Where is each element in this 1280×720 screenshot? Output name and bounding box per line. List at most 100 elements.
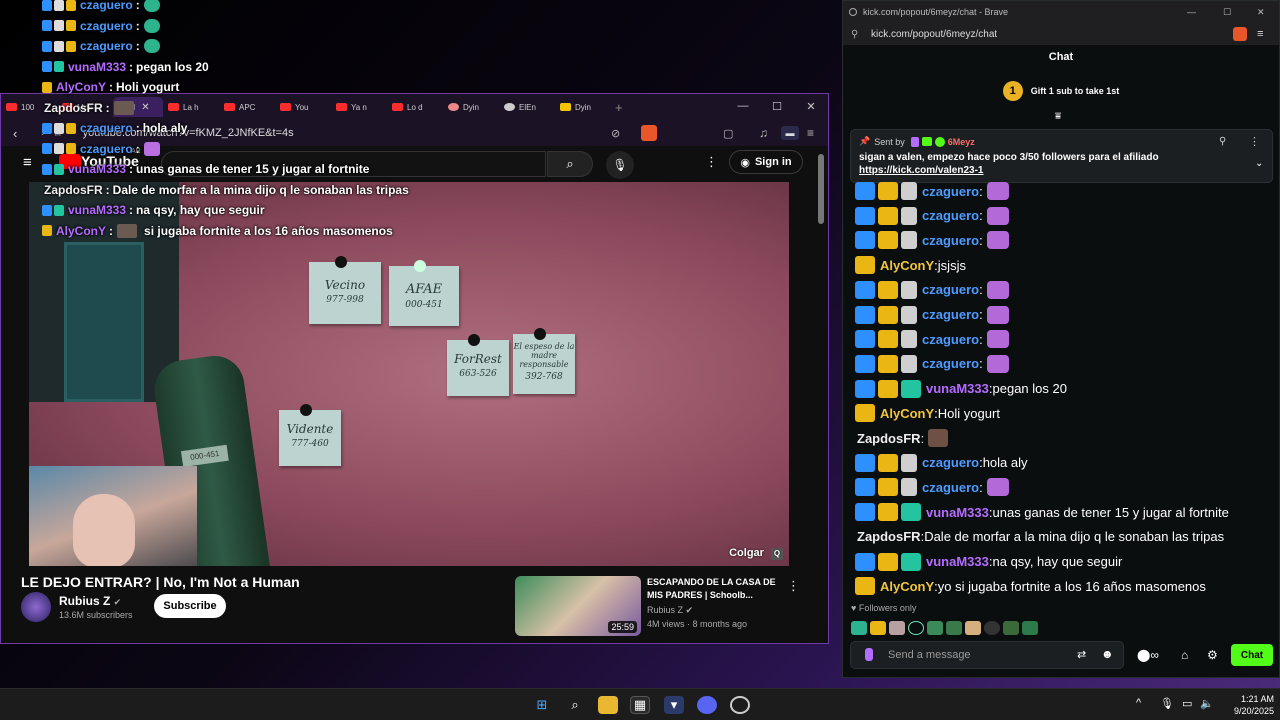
browser-tab[interactable]: La h [163, 97, 219, 117]
mic-icon[interactable] [865, 648, 873, 661]
recommended-title[interactable]: ESCAPANDO DE LA CASA DE MIS PADRES | Sch… [647, 576, 779, 602]
brave-browser-icon[interactable]: ▾ [664, 696, 684, 714]
hamburger-menu-icon[interactable]: ≡ [23, 154, 32, 171]
heart-emote-icon[interactable] [908, 621, 924, 635]
browser-tab[interactable]: Lo d [387, 97, 443, 117]
browser-tab[interactable]: ElEn [499, 97, 555, 117]
pinned-link[interactable]: https://kick.com/valen23-1 [859, 165, 1264, 176]
unpin-icon[interactable]: ⚲ [1219, 136, 1226, 147]
clock[interactable]: 1:21 AM 9/20/2025 [1218, 693, 1274, 717]
browser-tab[interactable]: You [275, 97, 331, 117]
tray-mic-icon[interactable]: 🎙 [1160, 697, 1174, 710]
chat-username[interactable]: czaguero [922, 480, 979, 495]
browser-tab[interactable]: APC [219, 97, 275, 117]
channel-avatar[interactable] [21, 592, 51, 622]
chat-username[interactable]: czaguero [922, 184, 979, 199]
music-icon[interactable]: ♫ [759, 126, 768, 140]
pin-icon [300, 404, 312, 416]
volume-icon[interactable]: 🔈 [1200, 697, 1214, 710]
browser-tab[interactable]: Ya n [331, 97, 387, 117]
chat-username[interactable]: czaguero [922, 208, 979, 223]
chat-username[interactable]: AlyConY [880, 258, 934, 273]
subscribe-button[interactable]: Subscribe [154, 594, 226, 618]
emote-icon[interactable] [927, 621, 943, 635]
tray-arrow-icon[interactable]: ^ [1136, 697, 1141, 709]
sidebar-icon[interactable]: ▢ [723, 127, 733, 140]
gift-icon[interactable]: ⬤∞ [1137, 648, 1159, 662]
note-card: El espeso de la madre responsable 392-768 [513, 328, 575, 394]
chat-username[interactable]: AlyConY [880, 579, 934, 594]
channel-name[interactable]: Rubius Z ✔ [59, 594, 121, 608]
voice-search-button[interactable]: 🎙 [606, 151, 634, 179]
sign-in-button[interactable]: ◉ Sign in [729, 150, 803, 174]
pinned-username[interactable]: 6Meyz [948, 137, 975, 147]
chat-username[interactable]: vunaM333 [926, 554, 989, 569]
minimize-icon[interactable]: — [1187, 7, 1196, 17]
chat-username[interactable]: vunaM333 [926, 381, 989, 396]
store-icon[interactable]: ⌂ [1181, 648, 1188, 662]
more-options-icon[interactable]: ⋮ [705, 154, 718, 170]
chat-url[interactable]: kick.com/popout/6meyz/chat [871, 29, 997, 40]
file-explorer-icon[interactable] [598, 696, 618, 714]
settings-icon[interactable]: ⚙ [1207, 648, 1218, 662]
chat-username[interactable]: ZapdosFR [857, 529, 921, 544]
chevron-down-icon[interactable]: ⌄ [1255, 158, 1263, 169]
input-placeholder[interactable]: Send a message [888, 649, 971, 661]
no-tracking-icon[interactable]: ⊘ [611, 127, 620, 140]
expand-icon[interactable]: ⩸ [1055, 111, 1061, 122]
site-settings-icon[interactable]: ⚲ [851, 29, 858, 40]
close-tab-icon[interactable]: ✕ [141, 102, 149, 113]
maximize-icon[interactable]: ☐ [763, 94, 791, 118]
store-icon[interactable]: ▦ [630, 696, 650, 714]
chat-username[interactable]: AlyConY [880, 406, 934, 421]
emote-icon[interactable] [965, 621, 981, 635]
recommended-thumbnail[interactable]: 25:59 [515, 576, 641, 636]
page-scrollbar[interactable] [818, 154, 824, 224]
globe-icon [849, 8, 857, 16]
emote-icon[interactable] [851, 621, 867, 635]
emote-icon[interactable] [1022, 621, 1038, 635]
close-window-icon[interactable]: ✕ [1257, 7, 1265, 18]
vpn-icon[interactable]: ▬ [781, 126, 799, 140]
new-tab-icon[interactable]: + [615, 100, 623, 115]
kick-chat-window[interactable]: kick.com/popout/6meyz/chat - Brave — ☐ ✕… [842, 0, 1280, 678]
emote-icon[interactable] [984, 621, 1000, 635]
chat-username[interactable]: czaguero [922, 332, 979, 347]
menu-icon[interactable]: ≡ [1257, 28, 1263, 40]
emote-icon[interactable] [889, 621, 905, 635]
chat-input[interactable]: Send a message ⇄ ☻ [850, 641, 1124, 669]
minimize-icon[interactable]: — [729, 94, 757, 118]
more-options-icon[interactable]: ⋮ [1249, 135, 1260, 148]
network-icon[interactable]: ▭ [1182, 697, 1192, 710]
browser-tab[interactable]: Dyin [443, 97, 499, 117]
close-window-icon[interactable]: ✕ [797, 94, 825, 118]
chat-username[interactable]: czaguero [922, 455, 979, 470]
translate-icon[interactable]: ⇄ [1077, 648, 1086, 661]
chat-username[interactable]: vunaM333 [926, 505, 989, 520]
brave-shield-icon[interactable] [641, 125, 657, 141]
maximize-icon[interactable]: ☐ [1223, 7, 1231, 18]
back-icon[interactable]: ‹ [13, 126, 17, 141]
emote-icon[interactable] [946, 621, 962, 635]
chat-username[interactable]: czaguero [922, 307, 979, 322]
chat-username[interactable]: ZapdosFR [857, 431, 921, 446]
emote-icon[interactable] [1003, 621, 1019, 635]
more-options-icon[interactable]: ⋮ [787, 578, 800, 594]
chat-username[interactable]: czaguero [922, 233, 979, 248]
obs-icon[interactable] [730, 696, 750, 714]
start-icon[interactable]: ⊞ [532, 696, 552, 714]
emote-icon[interactable] [870, 621, 886, 635]
brave-shield-icon[interactable] [1233, 27, 1247, 41]
chat-username[interactable]: czaguero [922, 282, 979, 297]
blue-badge-icon [855, 182, 875, 200]
search-icon[interactable]: ⌕ [565, 696, 585, 714]
emoji-icon[interactable]: ☻ [1101, 647, 1114, 661]
chat-send-button[interactable]: Chat [1231, 644, 1273, 666]
menu-icon[interactable]: ≡ [807, 126, 814, 140]
browser-tab[interactable]: Dyin [555, 97, 611, 117]
discord-icon[interactable] [697, 696, 717, 714]
search-button[interactable]: ⌕ [547, 151, 593, 177]
chat-username[interactable]: czaguero [922, 356, 979, 371]
overlay-message: unas ganas de tener 15 y jugar al fortni… [136, 162, 370, 176]
gift-sub-banner[interactable]: 1 Gift 1 sub to take 1st [843, 79, 1279, 103]
